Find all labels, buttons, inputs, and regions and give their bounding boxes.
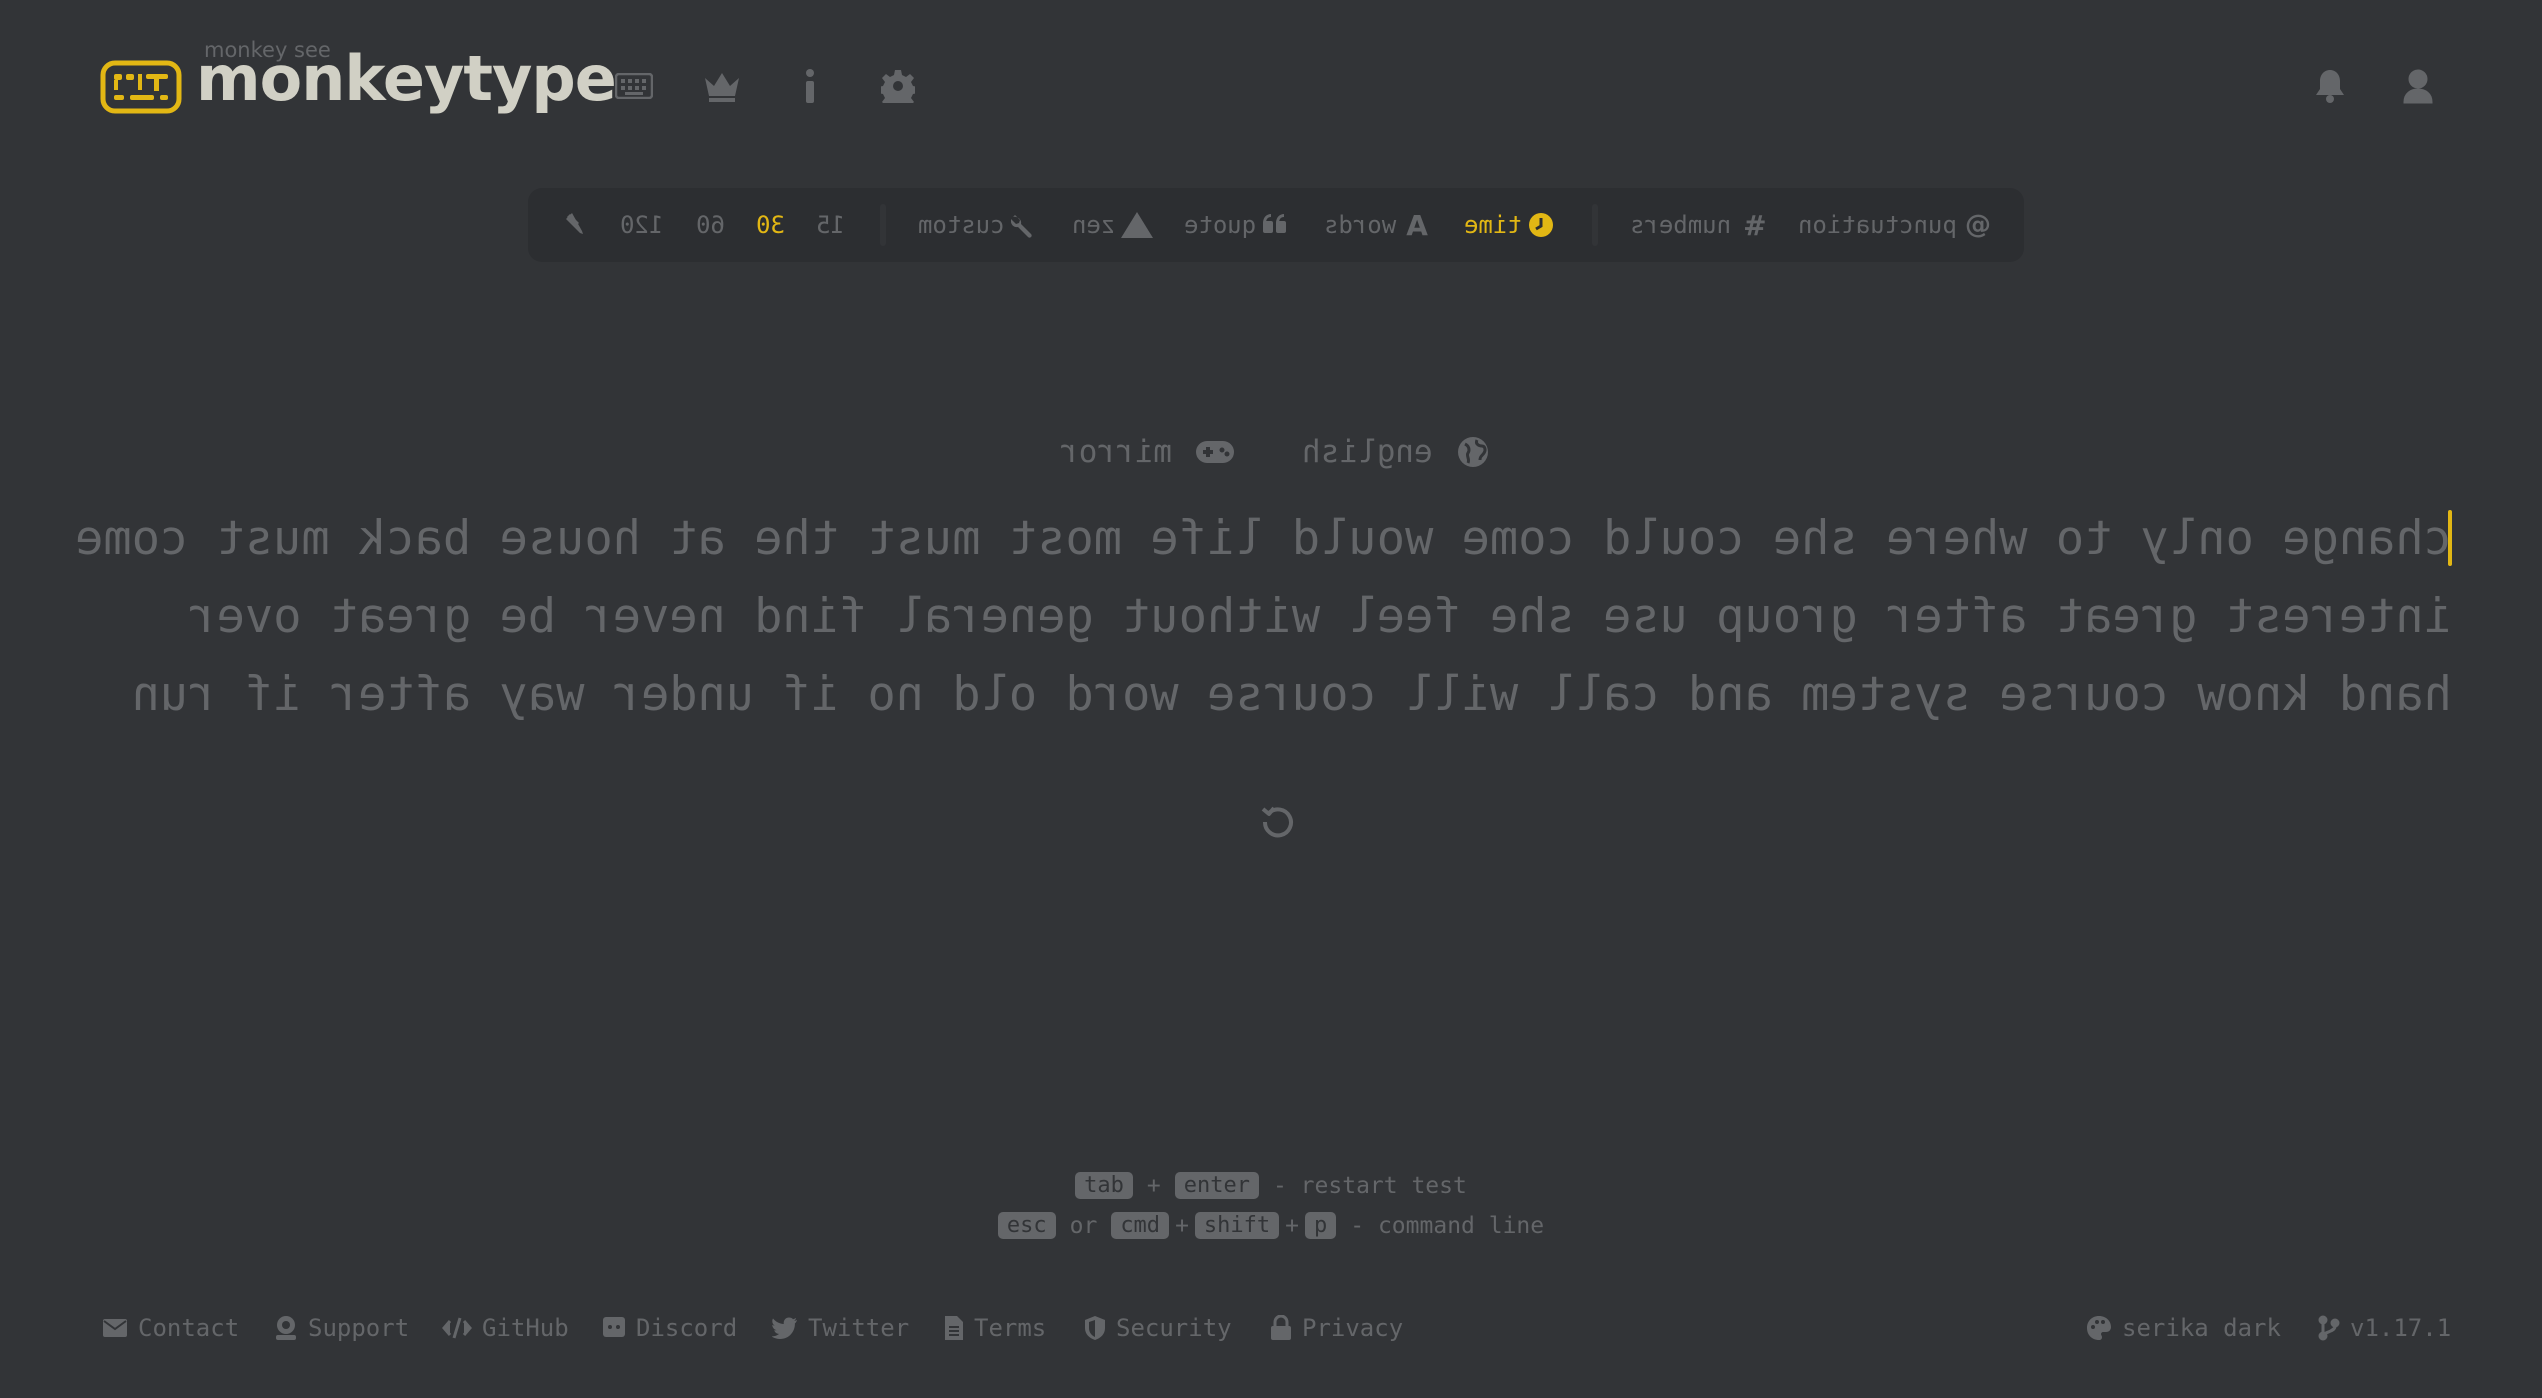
mode-words[interactable]: words A [1324, 188, 1428, 262]
palette-icon [2087, 1316, 2111, 1340]
gamepad-icon [1195, 441, 1234, 463]
language-indicator[interactable]: english [1302, 424, 1489, 480]
shield-icon [1085, 1316, 1105, 1340]
p-key: p [1305, 1212, 1337, 1239]
duration-30[interactable]: 30 [756, 188, 785, 262]
footer-support-link[interactable]: Support [274, 1308, 409, 1348]
typing-caret [2448, 510, 2452, 566]
cmd-key: cmd [1111, 1212, 1170, 1239]
duration-15[interactable]: 15 [816, 188, 845, 262]
gear-icon[interactable] [878, 66, 918, 106]
restart-hint-text: - restart test [1272, 1172, 1467, 1199]
clock-icon [1528, 213, 1553, 237]
code-icon [442, 1317, 472, 1339]
words-area[interactable]: change only to where she could come woul… [60, 500, 2452, 734]
footer-privacy-link[interactable]: Privacy [1270, 1308, 1403, 1348]
twitter-icon [772, 1317, 797, 1339]
discord-icon [603, 1317, 625, 1337]
restart-hint: tab + enter - restart test [0, 1172, 2542, 1199]
mode-divider [880, 204, 886, 246]
mode-zen[interactable]: zen [1072, 188, 1159, 262]
toggle-numbers[interactable]: numbers # [1630, 188, 1767, 262]
shift-key: shift [1194, 1212, 1280, 1239]
donate-icon [276, 1316, 296, 1340]
restart-icon [1261, 806, 1293, 838]
envelope-icon [103, 1319, 127, 1337]
keyboard-icon[interactable] [614, 66, 654, 106]
letter-a-icon: A [1406, 208, 1428, 242]
duration-120[interactable]: 120 [620, 188, 663, 262]
words-line: hand know course system and call will co… [131, 667, 2452, 722]
words-line: interest great after group use she feel … [188, 589, 2452, 644]
words-line: change only to where she could come woul… [75, 511, 2452, 566]
version-button[interactable]: v1.17.1 [2318, 1308, 2451, 1348]
wrench-icon [1010, 215, 1032, 238]
enter-key: enter [1174, 1172, 1259, 1199]
mode-divider [1592, 204, 1598, 246]
globe-icon [1457, 437, 1488, 467]
custom-time-tool-button[interactable] [558, 188, 598, 262]
lock-icon [1271, 1315, 1291, 1340]
footer-security-link[interactable]: Security [1084, 1308, 1232, 1348]
user-icon[interactable] [2398, 66, 2438, 106]
footer-contact-link[interactable]: Contact [102, 1308, 239, 1348]
quote-icon [1263, 214, 1287, 233]
document-icon [945, 1316, 963, 1340]
crown-icon[interactable] [702, 66, 742, 106]
duration-60[interactable]: 60 [696, 188, 725, 262]
footer-terms-link[interactable]: Terms [944, 1308, 1046, 1348]
code-branch-icon [2318, 1315, 2340, 1341]
funbox-indicator[interactable]: mirror [1060, 424, 1236, 480]
command-hint-text: - command line [1350, 1212, 1545, 1239]
footer-twitter-link[interactable]: Twitter [772, 1308, 909, 1348]
restart-button[interactable] [1258, 800, 1298, 844]
mode-custom[interactable]: custom [918, 188, 1043, 262]
command-line-hint: esc or cmd + shift + p - command line [0, 1212, 2542, 1239]
bell-icon[interactable] [2310, 66, 2350, 106]
esc-key: esc [997, 1212, 1056, 1239]
tab-key: tab [1075, 1172, 1133, 1199]
tools-icon [566, 213, 583, 234]
toggle-punctuation[interactable]: punctuation @ [1798, 188, 1991, 262]
footer-github-link[interactable]: GitHub [442, 1308, 569, 1348]
mode-quote[interactable]: quote [1184, 188, 1294, 262]
monkeytype-logo-icon[interactable] [100, 60, 182, 114]
footer-discord-link[interactable]: Discord [602, 1308, 737, 1348]
mountain-icon [1121, 212, 1154, 238]
logo-text[interactable]: monkeytype [196, 42, 617, 115]
at-sign-icon: @ [1964, 210, 1991, 240]
theme-button[interactable]: serika dark [2086, 1308, 2281, 1348]
hash-icon: # [1743, 208, 1767, 242]
mode-time[interactable]: time [1464, 188, 1560, 262]
info-icon[interactable] [790, 66, 830, 106]
